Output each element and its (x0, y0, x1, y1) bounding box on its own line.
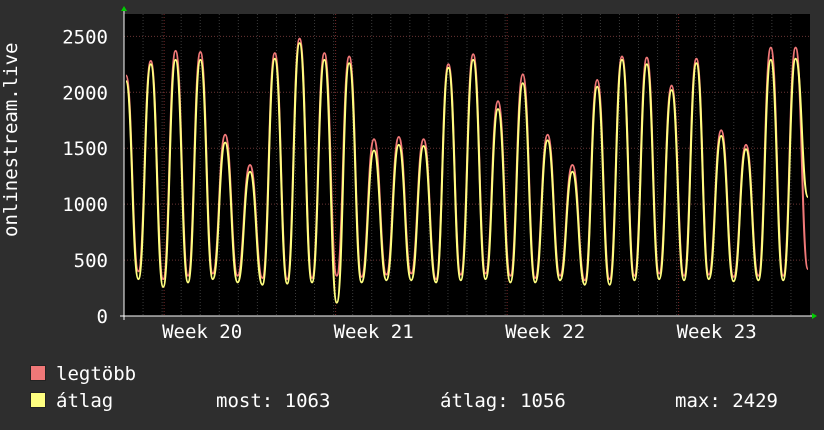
x-tick-label: Week 23 (677, 321, 757, 343)
y-tick-label: 1500 (62, 138, 108, 160)
legend-label-avg: átlag (56, 390, 114, 412)
stat-max-value: 2429 (732, 390, 778, 412)
stat-max: max: 2429 (675, 390, 778, 412)
y-tick-label: 500 (74, 250, 108, 272)
x-tick-labels: Week 20 Week 21 Week 22 Week 23 (162, 321, 757, 343)
x-tick-label: Week 22 (505, 321, 585, 343)
y-tick-label: 0 (97, 306, 108, 328)
stat-average-label: átlag: (440, 390, 509, 412)
y-tick-label: 2500 (62, 26, 108, 48)
y-tick-label: 1000 (62, 194, 108, 216)
stat-average: átlag: 1056 (440, 390, 566, 412)
legend-label-max: legtöbb (56, 363, 137, 385)
y-axis-label: onlinestream.live (0, 42, 22, 237)
legend-item-max: legtöbb (30, 363, 136, 385)
stat-current-label: most: (216, 390, 274, 412)
legend-item-avg: átlag (30, 390, 113, 412)
chart-container: 0 500 1000 1500 2000 2500 Week 20 Week 21 Week … (0, 0, 824, 430)
x-tick-label: Week 20 (162, 321, 242, 343)
stat-current: most: 1063 (216, 390, 330, 412)
y-axis-arrow (121, 6, 127, 11)
stat-max-label: max: (675, 390, 721, 412)
legend-swatch-avg (30, 392, 46, 408)
stat-current-value: 1063 (284, 390, 331, 412)
stat-average-value: 1056 (520, 390, 566, 412)
x-axis-arrow (812, 313, 817, 319)
y-tick-label: 2000 (62, 82, 108, 104)
legend-swatch-max (30, 365, 46, 381)
x-tick-label: Week 21 (334, 321, 414, 343)
y-tick-labels: 0 500 1000 1500 2000 2500 (62, 26, 108, 328)
